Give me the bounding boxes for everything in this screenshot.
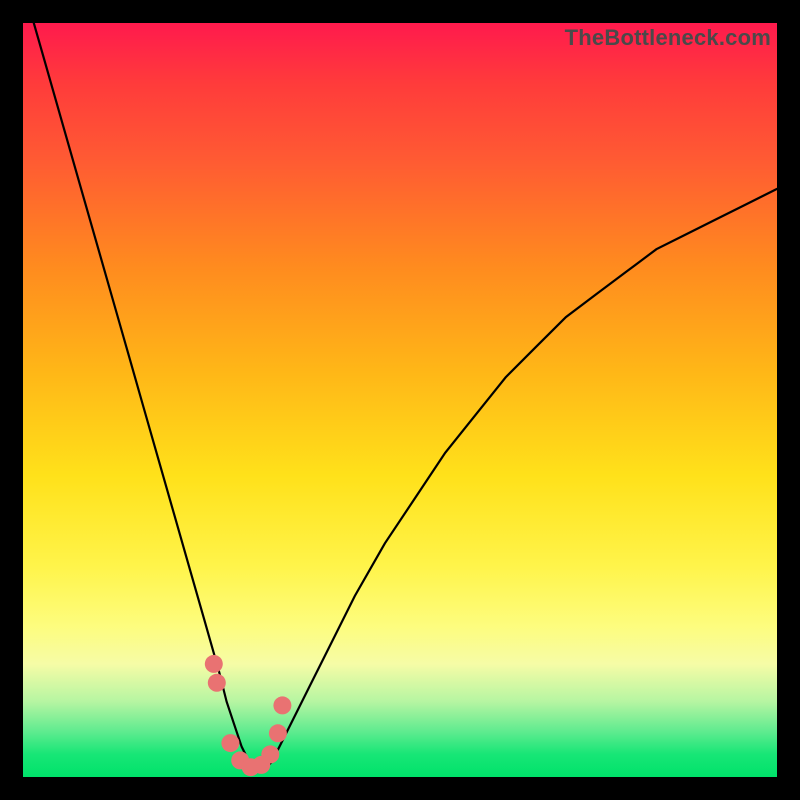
curve-marker (261, 745, 279, 763)
curve-marker (208, 674, 226, 692)
bottleneck-curve (23, 23, 777, 777)
curve-marker (205, 655, 223, 673)
curve-marker (273, 696, 291, 714)
curve-marker (221, 734, 239, 752)
curve-marker (269, 724, 287, 742)
